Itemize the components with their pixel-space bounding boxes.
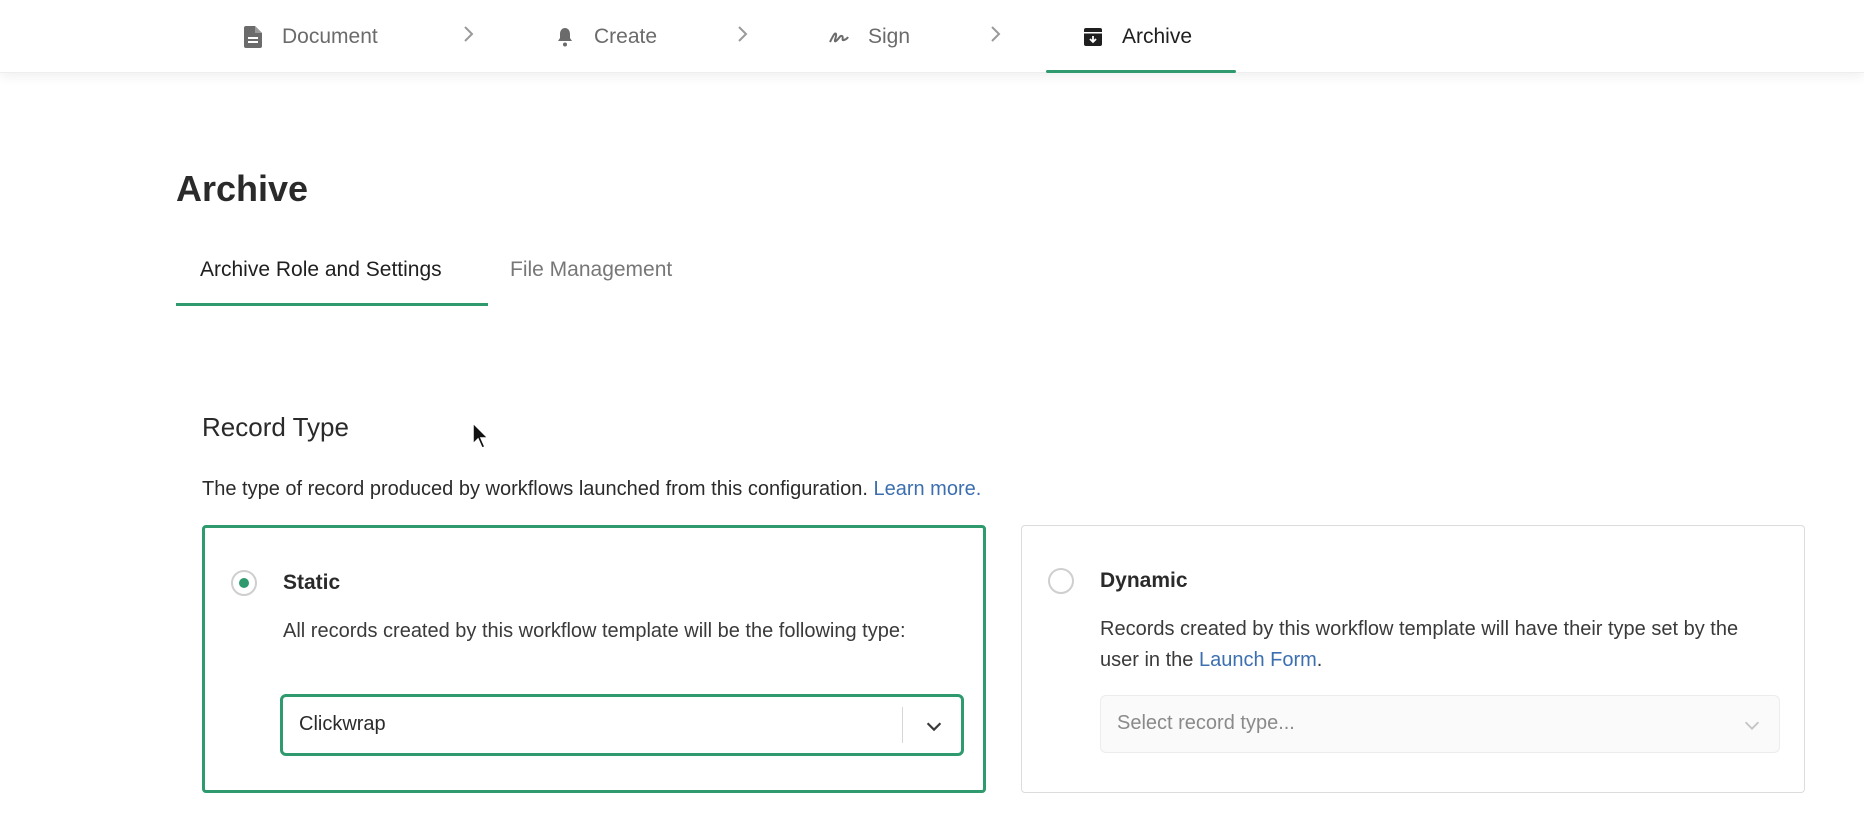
step-document[interactable]: Document <box>242 0 378 73</box>
signature-icon <box>828 26 850 48</box>
tab-archive-role-and-settings[interactable]: Archive Role and Settings <box>176 252 488 306</box>
chevron-down-icon[interactable] <box>923 715 945 737</box>
tab-bar: Archive Role and Settings File Managemen… <box>176 252 1776 306</box>
section-title: Record Type <box>202 412 349 442</box>
page-title: Archive <box>176 168 309 209</box>
mouse-cursor-icon <box>472 422 490 449</box>
select-placeholder: Select record type... <box>1117 712 1295 734</box>
select-value: Clickwrap <box>299 713 386 735</box>
record-type-select[interactable]: Clickwrap <box>280 694 964 756</box>
step-label: Sign <box>868 24 911 48</box>
select-divider <box>902 707 903 743</box>
option-description: Records created by this workflow templat… <box>1100 614 1780 676</box>
step-label: Archive <box>1122 24 1193 48</box>
tab-file-management[interactable]: File Management <box>510 252 672 306</box>
chevron-right-icon <box>464 26 474 42</box>
step-create[interactable]: Create <box>554 0 657 73</box>
record-type-select-disabled[interactable]: Select record type... <box>1100 695 1780 753</box>
step-label: Document <box>282 24 378 48</box>
document-icon <box>242 25 264 48</box>
tab-label: Archive Role and Settings <box>200 258 442 281</box>
description-text: The type of record produced by workflows… <box>202 478 868 500</box>
chevron-right-icon <box>991 26 1001 42</box>
chevron-down-icon <box>1744 721 1760 730</box>
bell-icon <box>554 26 576 48</box>
launch-form-link[interactable]: Launch Form <box>1199 649 1317 671</box>
step-label: Create <box>594 24 658 48</box>
record-type-option-dynamic[interactable]: Dynamic Records created by this workflow… <box>1021 525 1805 793</box>
chevron-right-icon <box>738 26 748 42</box>
option-label: Dynamic <box>1100 569 1188 592</box>
step-archive[interactable]: Archive <box>1045 0 1237 73</box>
tab-label: File Management <box>510 258 673 281</box>
option-description: All records created by this workflow tem… <box>283 620 906 642</box>
archive-box-icon <box>1082 26 1104 48</box>
dynamic-radio[interactable] <box>1048 568 1074 594</box>
record-type-option-static[interactable]: Static All records created by this workf… <box>202 525 986 793</box>
learn-more-link[interactable]: Learn more. <box>873 478 981 500</box>
section-description: The type of record produced by workflows… <box>202 478 981 501</box>
step-sign[interactable]: Sign <box>828 0 910 73</box>
description-text: Records created by this workflow templat… <box>1100 618 1739 671</box>
workflow-step-nav: Document Create Sign Archive <box>0 0 1864 73</box>
static-radio[interactable] <box>231 570 257 596</box>
description-suffix: . <box>1316 649 1323 671</box>
option-label: Static <box>283 571 341 594</box>
